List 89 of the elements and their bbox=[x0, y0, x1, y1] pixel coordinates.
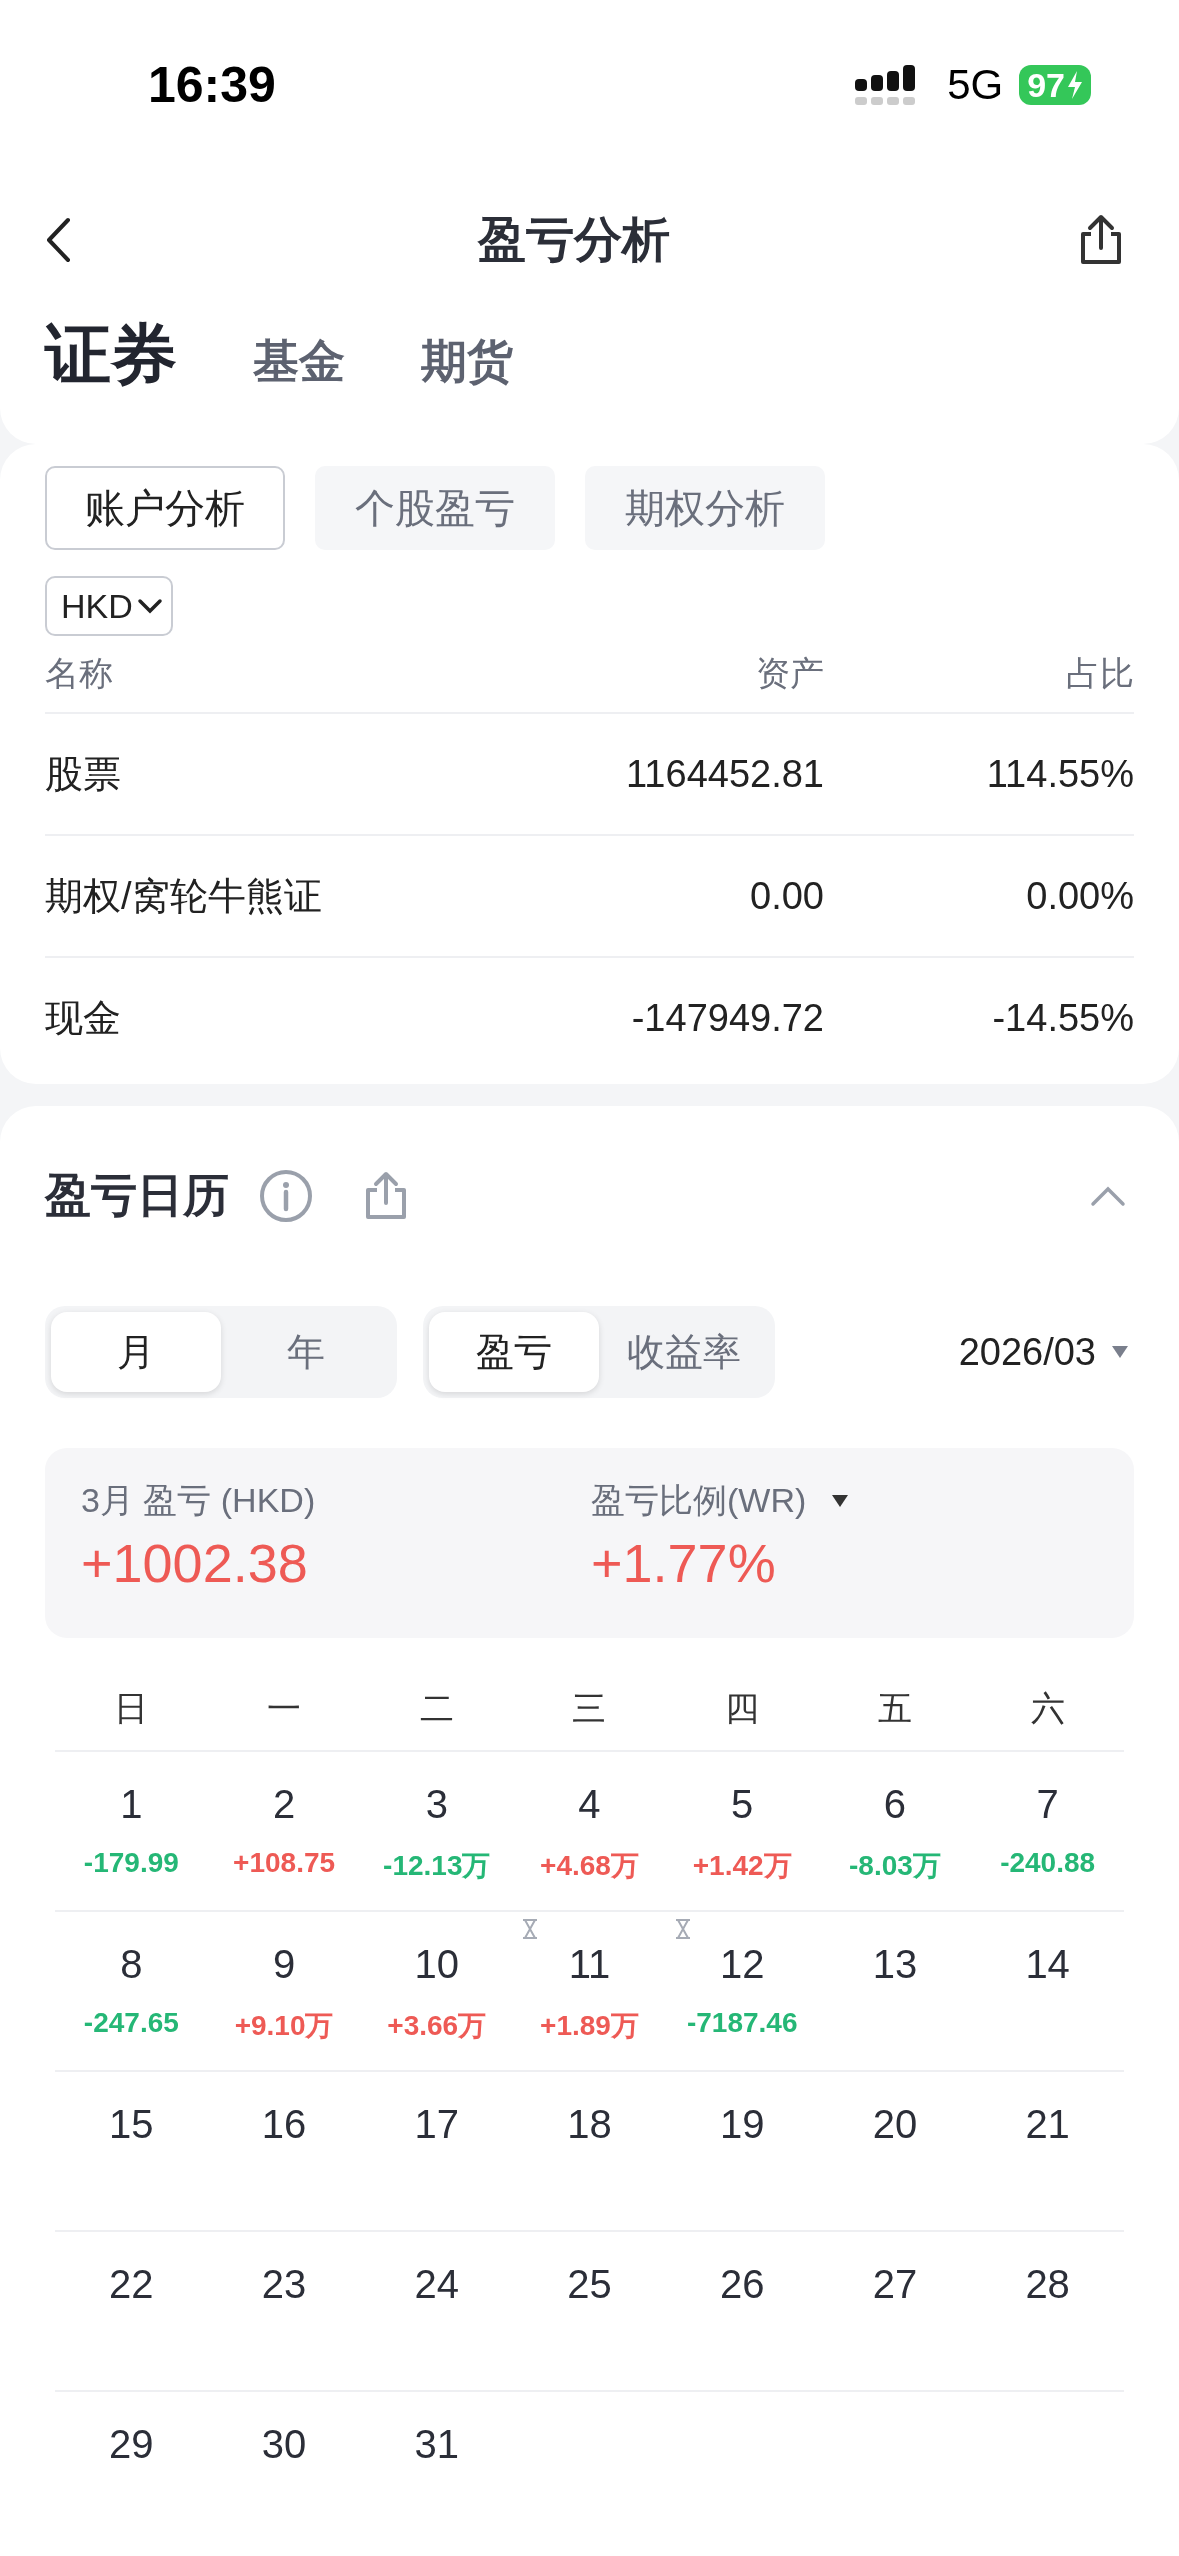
metric-option[interactable]: 盈亏 bbox=[429, 1312, 599, 1392]
metric-option[interactable]: 收益率 bbox=[599, 1312, 769, 1392]
month-picker[interactable]: 2026/03 bbox=[958, 1330, 1134, 1374]
day-number[interactable]: 13 bbox=[872, 1942, 918, 1987]
table-cell-text: 1164452.81 bbox=[625, 752, 824, 796]
section-title: 盈亏日历 bbox=[45, 1168, 229, 1223]
table-cell-text: 期权/窝轮牛熊证 bbox=[45, 873, 323, 919]
day-pnl: +108.75 bbox=[233, 1847, 336, 1879]
table-cell-text: 114.55% bbox=[985, 752, 1134, 796]
day-number[interactable]: 10 bbox=[414, 1942, 460, 1987]
day-pnl: +4.68万 bbox=[540, 1849, 639, 1883]
day-number[interactable]: 21 bbox=[1025, 2102, 1070, 2147]
day-number[interactable]: 12 bbox=[719, 1942, 765, 1987]
weekday-label: 一 bbox=[266, 1688, 303, 1729]
day-number[interactable]: 9 bbox=[272, 1942, 296, 1987]
day-number[interactable]: 17 bbox=[414, 2102, 460, 2147]
page-title: 盈亏分析 bbox=[477, 212, 670, 268]
day-number[interactable]: 23 bbox=[261, 2262, 307, 2307]
weekday-label: 三 bbox=[571, 1688, 608, 1729]
day-number[interactable]: 14 bbox=[1025, 1942, 1070, 1987]
table-cell-text: 0.00 bbox=[749, 874, 824, 918]
currency-dropdown[interactable]: HKD bbox=[45, 576, 173, 636]
day-number[interactable]: 29 bbox=[109, 2422, 154, 2467]
day-pnl: -7187.46 bbox=[686, 2007, 798, 2039]
column-header: 占比 bbox=[1065, 653, 1134, 694]
analysis-tab[interactable]: 个股盈亏 bbox=[315, 466, 555, 550]
day-pnl: +1.89万 bbox=[540, 2009, 639, 2043]
battery-indicator: 97 bbox=[1019, 65, 1091, 105]
day-pnl: +3.66万 bbox=[387, 2009, 487, 2043]
day-number[interactable]: 19 bbox=[719, 2102, 765, 2147]
day-number[interactable]: 5 bbox=[731, 1782, 754, 1827]
table-cell-text: -14.55% bbox=[991, 996, 1134, 1040]
info-icon[interactable] bbox=[259, 1169, 313, 1223]
day-number[interactable]: 24 bbox=[414, 2262, 460, 2307]
day-pnl: -179.99 bbox=[83, 1847, 179, 1879]
network-label: 5G bbox=[947, 61, 1004, 109]
back-icon[interactable] bbox=[44, 216, 72, 264]
asset-tab[interactable]: 证券 bbox=[45, 310, 177, 400]
day-number[interactable]: 30 bbox=[261, 2422, 307, 2467]
table-cell-text: 股票 bbox=[45, 751, 122, 797]
weekday-label: 日 bbox=[113, 1688, 150, 1729]
day-number[interactable]: 25 bbox=[567, 2262, 612, 2307]
column-header: 名称 bbox=[45, 653, 114, 694]
day-pnl: -12.13万 bbox=[383, 1849, 491, 1883]
day-number[interactable]: 26 bbox=[719, 2262, 765, 2307]
analysis-tab[interactable]: 账户分析 bbox=[45, 466, 285, 550]
summary-value: +1002.38 bbox=[81, 1532, 309, 1594]
chevron-down-icon bbox=[136, 597, 163, 615]
day-number[interactable]: 3 bbox=[425, 1782, 448, 1827]
summary-label: 盈亏比例(WR) bbox=[591, 1480, 807, 1521]
day-number[interactable]: 18 bbox=[567, 2102, 612, 2147]
day-number[interactable]: 16 bbox=[261, 2102, 307, 2147]
weekday-label: 六 bbox=[1029, 1688, 1066, 1729]
day-number[interactable]: 7 bbox=[1036, 1782, 1059, 1827]
day-number[interactable]: 22 bbox=[109, 2262, 154, 2307]
period-option[interactable]: 月 bbox=[51, 1312, 221, 1392]
weekday-label: 四 bbox=[724, 1688, 761, 1729]
dropdown-icon[interactable] bbox=[830, 1493, 851, 1509]
day-number[interactable]: 1 bbox=[120, 1782, 143, 1827]
day-number[interactable]: 2 bbox=[272, 1782, 296, 1827]
day-number[interactable]: 4 bbox=[578, 1782, 601, 1827]
day-pnl: +9.10万 bbox=[234, 2009, 334, 2043]
day-number[interactable]: 8 bbox=[120, 1942, 143, 1987]
asset-tab[interactable]: 基金 bbox=[253, 331, 345, 393]
status-time: 16:39 bbox=[148, 56, 276, 114]
asset-tab[interactable]: 期货 bbox=[421, 331, 513, 393]
day-number[interactable]: 27 bbox=[872, 2262, 918, 2307]
analysis-tab[interactable]: 期权分析 bbox=[585, 466, 825, 550]
day-number[interactable]: 28 bbox=[1025, 2262, 1070, 2307]
period-option[interactable]: 年 bbox=[221, 1312, 391, 1392]
day-number[interactable]: 11 bbox=[568, 1942, 611, 1987]
table-cell-text: 0.00% bbox=[1025, 874, 1134, 918]
table-cell-text: 现金 bbox=[45, 995, 122, 1041]
day-number[interactable]: 15 bbox=[109, 2102, 154, 2147]
day-pnl: -8.03万 bbox=[849, 1849, 941, 1883]
summary-value: +1.77% bbox=[591, 1532, 777, 1594]
day-number[interactable]: 20 bbox=[872, 2102, 918, 2147]
weekday-label: 二 bbox=[418, 1688, 455, 1729]
table-cell-text: -147949.72 bbox=[630, 996, 824, 1040]
day-number[interactable]: 31 bbox=[414, 2422, 460, 2467]
collapse-icon[interactable] bbox=[1090, 1185, 1126, 1207]
weekday-label: 五 bbox=[876, 1688, 913, 1729]
dropdown-icon bbox=[1110, 1344, 1130, 1360]
day-pnl: +1.42万 bbox=[692, 1849, 792, 1883]
day-pnl: -247.65 bbox=[83, 2007, 179, 2039]
day-number[interactable]: 6 bbox=[883, 1782, 907, 1827]
summary-label: 3月 盈亏 (HKD) bbox=[81, 1480, 316, 1521]
day-pnl: -240.88 bbox=[1000, 1847, 1096, 1879]
column-header: 资产 bbox=[755, 653, 824, 694]
